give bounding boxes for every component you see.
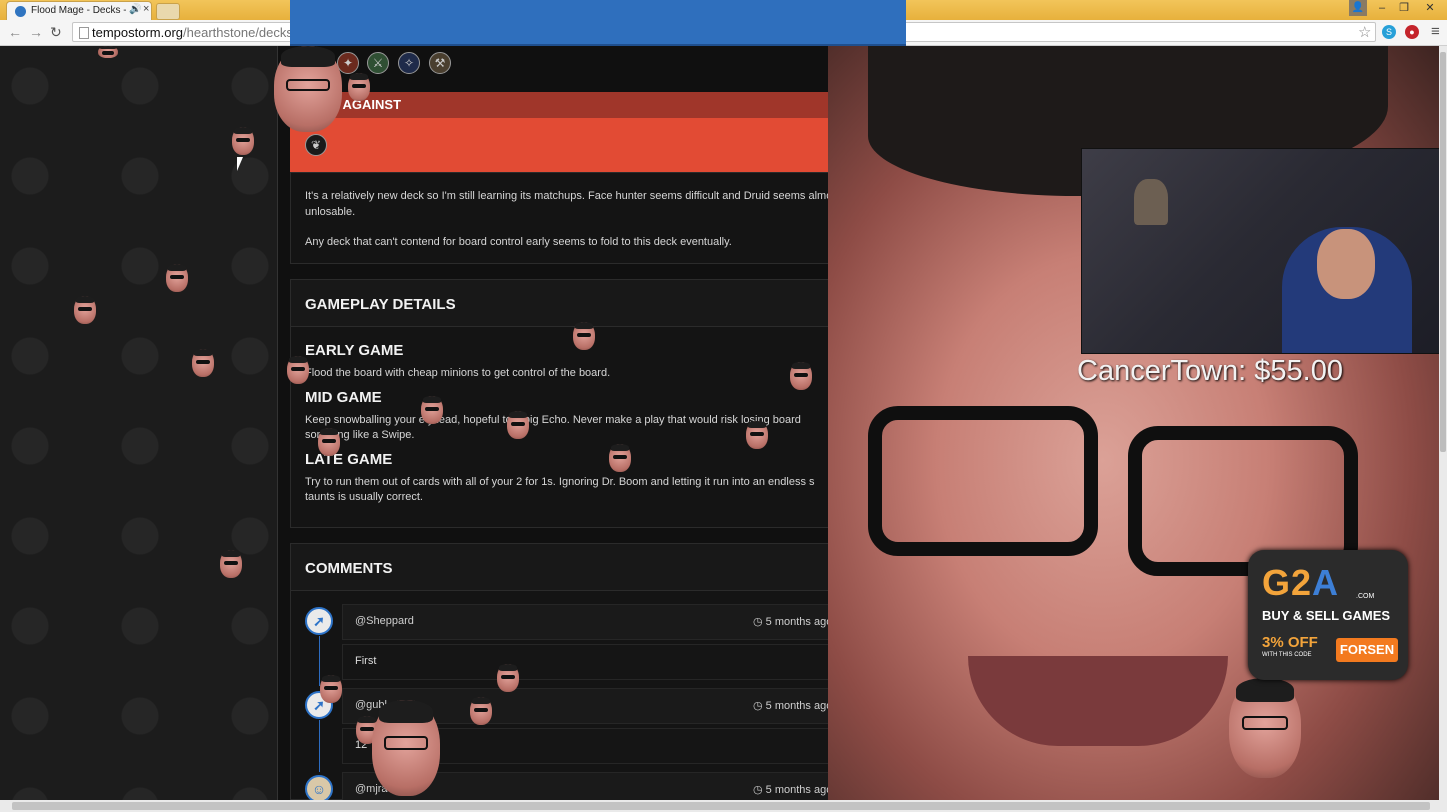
comments-header: COMMENTS [291,544,905,591]
reload-icon[interactable]: ↻ [50,24,62,40]
late-game-title: LATE GAME [305,451,393,468]
face-emote [318,428,340,456]
comments-title: COMMENTS [305,560,393,577]
back-icon[interactable]: ← [8,24,22,40]
face-emote [609,444,631,472]
mid-game-title: MID GAME [305,389,382,406]
face-emote [166,264,188,292]
face-emote [507,411,529,439]
webcam-feed [1081,148,1447,354]
comment-thread-line [319,720,320,772]
early-game-text: Flood the board with cheap minions to ge… [305,367,611,379]
late-game-text-cont: taunts is usually correct. [305,491,423,503]
face-emote-large [274,46,342,132]
comment-time: ◷ 5 months ago [753,616,833,628]
ad-tagline: BUY & SELL GAMES [1262,608,1391,623]
page-icon [79,27,89,39]
scroll-thumb[interactable] [1440,52,1446,452]
vertical-scrollbar[interactable] [1439,46,1447,800]
new-tab-button[interactable] [156,3,180,20]
speaker-icon[interactable]: 🔊 [129,4,141,15]
face-overlay-mouth [968,656,1228,746]
gameplay-details-panel: GAMEPLAY DETAILS EARLY GAME Flood the bo… [290,279,906,528]
face-emote [98,46,118,58]
gameplay-header: GAMEPLAY DETAILS [291,280,905,327]
face-emote [497,664,519,692]
face-emote [746,421,768,449]
face-emote-large [372,700,440,796]
g2a-logo-suffix: .COM [1356,593,1375,600]
face-emote [220,550,242,578]
face-emote [192,349,214,377]
ad-discount: 3% OFF [1262,634,1318,651]
comment-thread-line [319,636,320,686]
ad-code: FORSEN [1336,638,1398,662]
tab-close-icon[interactable]: × [143,3,149,15]
comment-time: ◷ 5 months ago [753,784,833,796]
adblock-extension-icon[interactable]: ● [1405,25,1419,39]
face-emote-large [1229,678,1301,778]
gameplay-title: GAMEPLAY DETAILS [305,296,456,313]
mid-game-text: Keep snowballing your e y lead, hopeful … [305,414,801,426]
comment-text: First [355,655,377,667]
mage-class-icon[interactable]: ✧ [398,52,420,74]
comment-header: @Sheppard ◷ 5 months ago ▲▼ [342,604,900,640]
face-emote [573,322,595,350]
comment-body: First [342,644,890,680]
face-emote [287,356,309,384]
ad-code-label: WITH THIS CODE [1262,652,1312,658]
donation-text: CancerTown: $55.00 [1077,355,1343,387]
streamer-head [1317,229,1375,299]
forward-icon[interactable]: → [29,24,43,40]
tab-title: Flood Mage - Decks - T [31,5,126,16]
chrome-menu-icon[interactable]: ≡ [1431,23,1440,40]
matchup-notes-panel: It's a relatively new deck so I'm still … [290,172,906,264]
scroll-thumb[interactable] [12,802,1430,810]
face-emote [320,675,342,703]
matchup-text-2: Any deck that can't contend for board co… [305,236,732,248]
face-emote [470,697,492,725]
horizontal-scrollbar[interactable] [0,800,1447,812]
mouse-cursor-icon [237,157,243,171]
face-emote [348,73,370,101]
comment-author[interactable]: @Sheppard [355,615,414,627]
matchup-text-cont: unlosable. [305,206,356,218]
user-avatar[interactable]: ☺ [305,775,333,803]
comment-time: ◷ 5 months ago [753,700,833,712]
early-game-title: EARLY GAME [305,342,404,359]
druid-class-icon[interactable]: ❦ [305,134,327,156]
glasses-left-lens [868,406,1098,556]
lamp-shape [1134,179,1168,225]
hunter-class-icon[interactable]: ⚔ [367,52,389,74]
weak-against-panel [290,118,906,172]
face-emote [74,296,96,324]
face-emote [790,362,812,390]
g2a-logo: G2A [1262,562,1340,603]
tempostorm-favicon-icon [15,6,26,17]
minimize-button[interactable]: – [1371,0,1393,16]
skype-extension-icon[interactable]: S [1382,25,1396,39]
profile-icon[interactable]: 👤 [1349,0,1367,16]
browser-tab[interactable]: Flood Mage - Decks - T 🔊 × [6,1,152,20]
bookmark-star-icon[interactable]: ☆ [1358,23,1371,41]
user-avatar[interactable]: ➚ [305,607,333,635]
warlock-class-icon[interactable]: ✦ [337,52,359,74]
late-game-text: Try to run them out of cards with all of… [305,476,815,488]
face-emote [421,396,443,424]
face-emote [232,127,254,155]
restore-button[interactable]: ❐ [1393,0,1415,16]
warrior-class-icon[interactable]: ⚒ [429,52,451,74]
strong-against-panel [290,0,906,46]
g2a-ad: G2A .COM BUY & SELL GAMES 3% OFF WITH TH… [1248,550,1408,680]
matchup-text: It's a relatively new deck so I'm still … [305,190,841,202]
close-window-button[interactable]: ✕ [1419,0,1441,16]
